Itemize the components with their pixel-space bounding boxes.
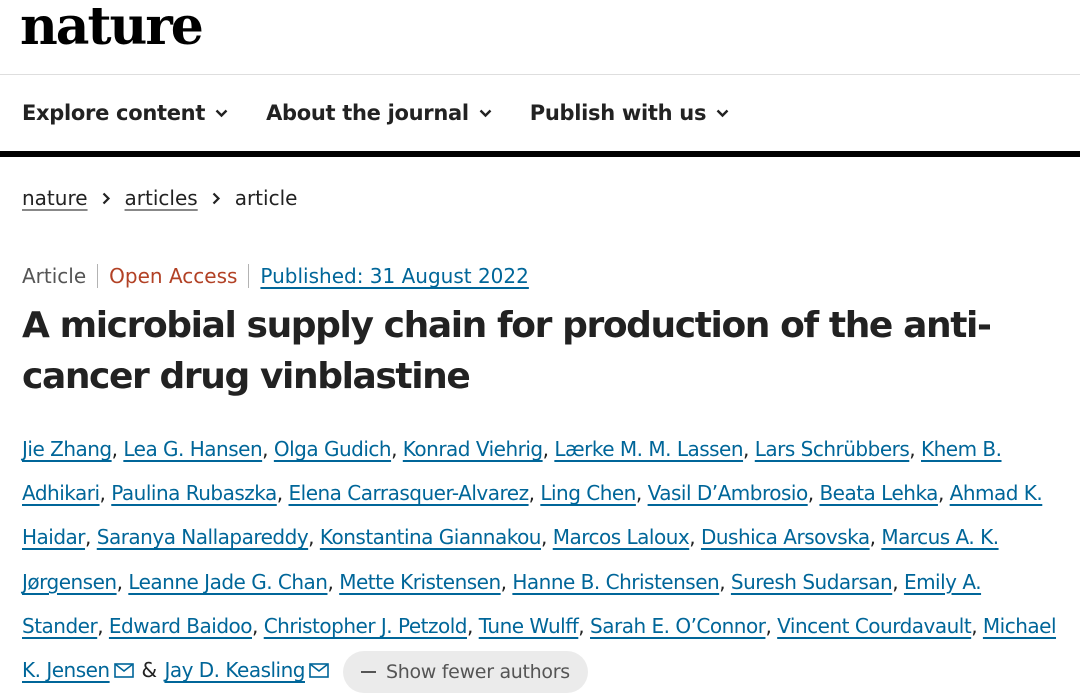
author-separator: , xyxy=(689,525,701,550)
show-fewer-authors-button[interactable]: Show fewer authors xyxy=(342,650,588,693)
masthead: nature xyxy=(0,0,1080,75)
author-separator: , xyxy=(743,437,755,461)
author-separator: , xyxy=(97,613,109,638)
chevron-right-icon xyxy=(102,192,111,205)
breadcrumb: nature articles article xyxy=(22,186,297,210)
author-separator: , xyxy=(971,613,983,638)
author-link[interactable]: Hanne B. Christensen xyxy=(512,570,719,594)
author-separator: , xyxy=(528,481,541,506)
author-separator: , xyxy=(500,569,513,594)
author-separator: , xyxy=(391,437,403,461)
author-separator: , xyxy=(308,525,320,550)
author-separator: , xyxy=(252,613,264,638)
author-separator: , xyxy=(937,481,950,506)
nav-explore-content[interactable]: Explore content xyxy=(22,101,228,125)
author-separator: , xyxy=(542,437,555,461)
author-link[interactable]: Ling Chen xyxy=(540,481,636,505)
breadcrumb-current: article xyxy=(234,186,298,210)
author-separator: , xyxy=(262,437,274,461)
chevron-right-icon xyxy=(212,192,221,205)
article-meta: Article Open Access Published: 31 August… xyxy=(22,264,529,288)
nature-logo[interactable]: nature xyxy=(20,0,204,57)
author-link[interactable]: Konstantina Giannakou xyxy=(320,525,542,549)
author-link[interactable]: Vincent Courdavault xyxy=(777,614,972,638)
show-fewer-label: Show fewer authors xyxy=(385,660,570,683)
email-icon[interactable] xyxy=(309,649,329,693)
ampersand: & xyxy=(141,658,157,683)
author-link[interactable]: Jay D. Keasling xyxy=(164,658,305,682)
minus-icon xyxy=(360,670,376,673)
author-link[interactable]: Vasil D’Ambrosio xyxy=(648,481,809,505)
author-separator: , xyxy=(869,525,882,550)
author-link[interactable]: Suresh Sudarsan xyxy=(731,570,893,594)
author-separator: , xyxy=(892,569,904,594)
author-separator: , xyxy=(635,481,648,506)
author-separator: , xyxy=(276,481,289,506)
author-link[interactable]: Marcos Laloux xyxy=(553,525,690,549)
author-separator: , xyxy=(111,437,124,461)
author-link[interactable]: Saranya Nallapareddy xyxy=(97,525,309,549)
author-link[interactable]: Mette Kristensen xyxy=(339,570,501,594)
author-separator: , xyxy=(807,481,820,506)
breadcrumb-nature-link[interactable]: nature xyxy=(22,186,88,210)
published-date-link[interactable]: Published: 31 August 2022 xyxy=(249,264,528,288)
author-link[interactable]: Paulina Rubaszka xyxy=(111,481,277,505)
author-link[interactable]: Olga Gudich xyxy=(274,437,392,461)
author-link[interactable]: Elena Carrasquer-Alvarez xyxy=(289,481,530,505)
author-separator: , xyxy=(719,569,731,594)
nav-publish-with-us[interactable]: Publish with us xyxy=(530,101,729,125)
nav-item-label: Publish with us xyxy=(529,101,707,125)
author-separator: , xyxy=(765,613,778,638)
author-link[interactable]: Edward Baidoo xyxy=(109,614,253,638)
author-link[interactable]: Christopher J. Petzold xyxy=(264,614,468,638)
author-link[interactable]: Tune Wulff xyxy=(479,614,579,638)
author-link[interactable]: Jie Zhang xyxy=(22,437,112,461)
nav-item-label: About the journal xyxy=(266,101,469,125)
chevron-down-icon xyxy=(215,109,228,118)
open-access-label: Open Access xyxy=(98,264,250,288)
author-link[interactable]: Sarah E. O’Connor xyxy=(590,614,766,638)
main-nav: Explore content About the journal Publis… xyxy=(0,75,1080,157)
author-link[interactable]: Beata Lehka xyxy=(819,481,938,505)
author-separator: , xyxy=(578,613,591,638)
article-type: Article xyxy=(22,264,99,288)
chevron-down-icon xyxy=(716,109,729,118)
author-list: Jie Zhang, Lea G. Hansen, Olga Gudich, K… xyxy=(22,427,1062,693)
nav-about-the-journal[interactable]: About the journal xyxy=(266,101,492,125)
author-separator: , xyxy=(327,569,340,594)
author-link[interactable]: Dushica Arsovska xyxy=(701,525,870,549)
breadcrumb-articles-link[interactable]: articles xyxy=(125,186,198,210)
author-links: Jie Zhang, Lea G. Hansen, Olga Gudich, K… xyxy=(22,437,1043,638)
author-separator: , xyxy=(541,525,553,550)
author-separator: , xyxy=(99,481,112,506)
author-link[interactable]: Lars Schrübbers xyxy=(755,437,910,461)
nav-item-label: Explore content xyxy=(22,101,206,125)
article-title: A microbial supply chain for production … xyxy=(22,305,992,397)
author-separator: , xyxy=(116,569,129,594)
author-link[interactable]: Lea G. Hansen xyxy=(123,437,262,461)
author-separator: , xyxy=(909,437,921,461)
email-icon[interactable] xyxy=(113,649,134,693)
author-separator: , xyxy=(85,525,97,550)
author-link[interactable]: Konrad Viehrig xyxy=(403,437,543,461)
author-link[interactable]: Leanne Jade G. Chan xyxy=(128,570,328,594)
author-separator: , xyxy=(467,613,479,638)
chevron-down-icon xyxy=(479,109,492,118)
author-link[interactable]: Lærke M. M. Lassen xyxy=(554,437,743,461)
